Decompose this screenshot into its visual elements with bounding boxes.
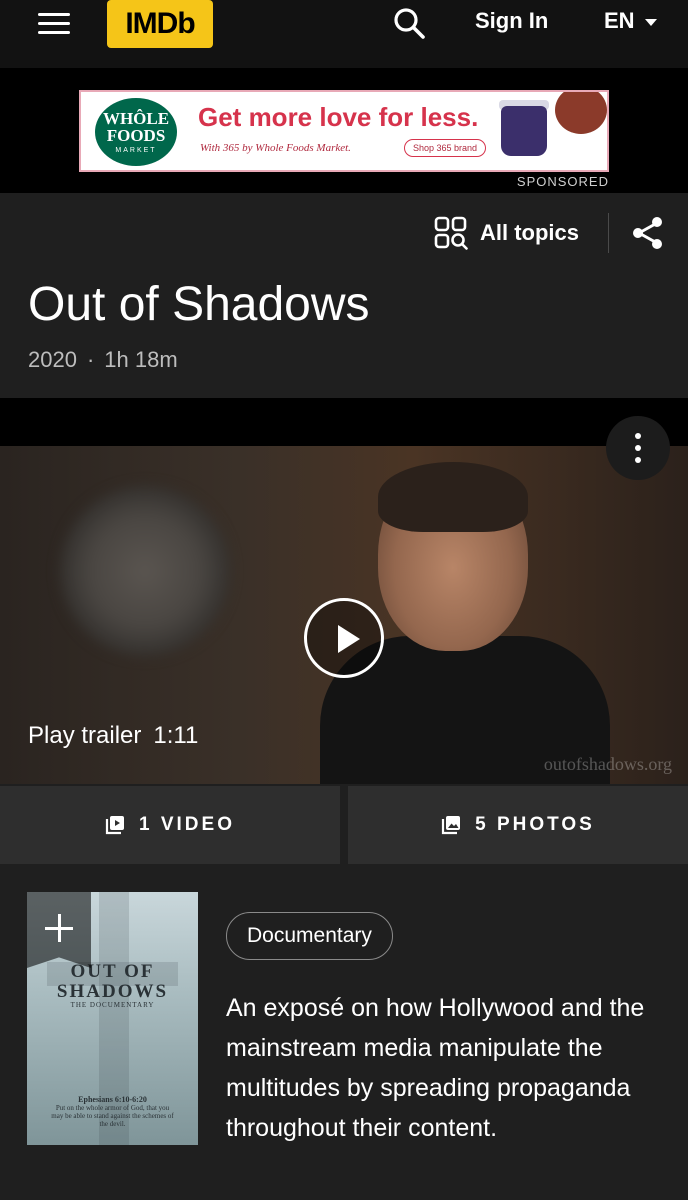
- poster-verse-ref: Ephesians 6:10-6:20: [78, 1095, 147, 1104]
- all-topics-label: All topics: [480, 220, 580, 245]
- film-reel-image: [60, 486, 230, 656]
- top-nav: IMDb Sign In EN: [0, 0, 688, 68]
- play-trailer-text: Play trailer: [28, 722, 142, 749]
- poster-title-line2: SHADOWS: [56, 981, 169, 1002]
- trailer-duration: 1:11: [153, 722, 199, 749]
- imdb-logo[interactable]: IMDb: [107, 0, 213, 48]
- ad-subline: With 365 by Whole Foods Market.: [200, 142, 351, 154]
- video-watermark: outofshadows.org: [543, 754, 672, 774]
- menu-icon[interactable]: [38, 13, 70, 35]
- poster-image[interactable]: OUT OF SHADOWS THE DOCUMENTARY Ephesians…: [27, 892, 198, 1145]
- brand-line-1: WHÔLE: [102, 109, 170, 128]
- dessert-bowl-image: [555, 92, 607, 134]
- sign-in-button[interactable]: Sign In: [475, 8, 548, 34]
- play-icon[interactable]: [304, 598, 384, 678]
- add-to-watchlist-icon[interactable]: [27, 892, 91, 968]
- brand-line-2: FOODS: [106, 126, 166, 145]
- poster-verse: Ephesians 6:10-6:20 Put on the whole arm…: [27, 1095, 198, 1129]
- title-metadata: 2020 · 1h 18m: [28, 347, 178, 373]
- search-icon[interactable]: [392, 6, 426, 40]
- trailer-thumbnail[interactable]: Play trailer 1:11 outofshadows.org: [0, 446, 688, 784]
- photos-button[interactable]: 5 PHOTOS: [348, 786, 688, 864]
- more-options-icon[interactable]: [606, 416, 670, 480]
- page-title: Out of Shadows: [28, 278, 370, 331]
- meta-separator: ·: [86, 347, 95, 372]
- whole-foods-logo: WHÔLE FOODS MARKET: [95, 98, 177, 166]
- play-trailer-label[interactable]: Play trailer 1:11: [28, 722, 198, 750]
- title-section: All topics Out of Shadows 2020 · 1h 18m: [0, 193, 688, 398]
- video-player: Play trailer 1:11 outofshadows.org: [0, 398, 688, 784]
- photo-icon: [442, 816, 461, 835]
- poster-subtitle: THE DOCUMENTARY: [70, 1001, 155, 1009]
- language-label: EN: [604, 8, 635, 33]
- language-selector[interactable]: EN: [604, 8, 657, 34]
- share-icon[interactable]: [630, 215, 666, 251]
- genre-chip[interactable]: Documentary: [226, 912, 393, 960]
- header-divider: [608, 213, 609, 253]
- ad-area: WHÔLE FOODS MARKET Get more love for les…: [0, 68, 688, 193]
- ad-banner[interactable]: WHÔLE FOODS MARKET Get more love for les…: [79, 90, 609, 172]
- poster-verse-text: Put on the whole armor of God, that you …: [51, 1104, 174, 1128]
- product-jar-image: [501, 106, 547, 156]
- release-year[interactable]: 2020: [28, 347, 77, 372]
- all-topics-button[interactable]: All topics: [434, 216, 579, 250]
- poster-title: OUT OF SHADOWS: [27, 962, 198, 1002]
- videos-button[interactable]: 1 VIDEO: [0, 786, 340, 864]
- ad-headline: Get more love for less.: [198, 102, 479, 132]
- chevron-down-icon: [644, 18, 657, 26]
- plot-summary: An exposé on how Hollywood and the mains…: [226, 994, 645, 1142]
- photos-button-label: 5 PHOTOS: [475, 814, 595, 835]
- sponsored-label: SPONSORED: [516, 174, 609, 189]
- video-icon: [105, 816, 124, 835]
- runtime: 1h 18m: [104, 347, 178, 372]
- videos-button-label: 1 VIDEO: [139, 814, 235, 835]
- brand-line-3: MARKET: [115, 147, 157, 154]
- person-hair-image: [378, 462, 528, 532]
- grid-search-icon: [434, 216, 468, 250]
- ad-cta-button[interactable]: Shop 365 brand: [404, 139, 487, 157]
